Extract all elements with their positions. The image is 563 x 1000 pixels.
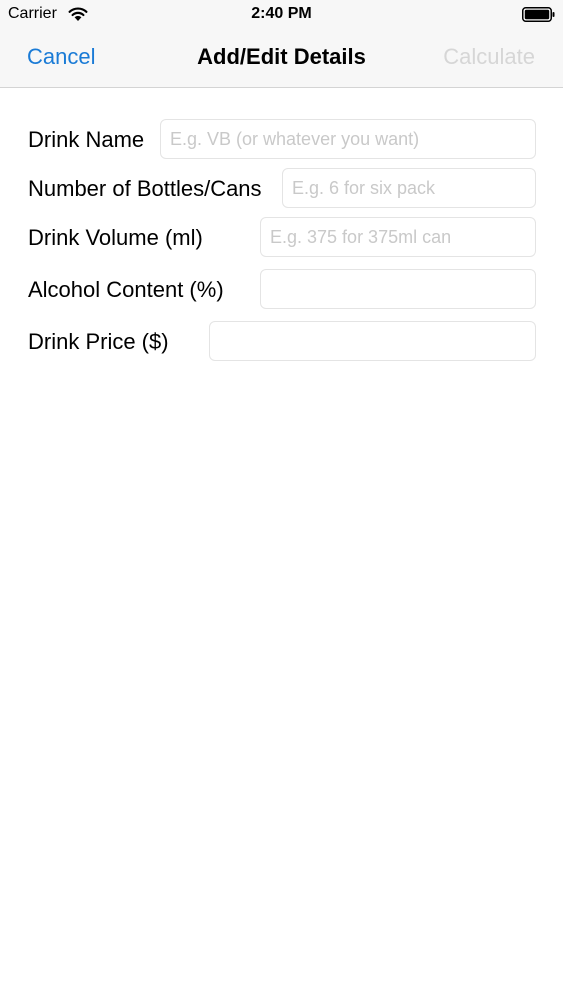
bottle-count-input[interactable]	[282, 168, 536, 208]
form-row-alcohol-content: Alcohol Content (%)	[0, 269, 563, 311]
alcohol-content-label: Alcohol Content (%)	[28, 277, 224, 302]
drink-volume-input[interactable]	[260, 217, 536, 257]
drink-name-label: Drink Name	[28, 127, 145, 152]
calculate-button: Calculate	[443, 44, 535, 69]
drink-volume-label: Drink Volume (ml)	[28, 225, 203, 250]
bottle-count-label: Number of Bottles/Cans	[28, 176, 262, 201]
form-row-drink-volume: Drink Volume (ml)	[0, 217, 563, 259]
drink-name-input[interactable]	[160, 119, 536, 159]
status-time: 2:40 PM	[251, 5, 312, 22]
form-row-drink-price: Drink Price ($)	[0, 321, 563, 363]
status-bar: Carrier 2:40 PM	[0, 0, 563, 30]
drink-price-input[interactable]	[209, 321, 536, 361]
battery-icon	[522, 7, 555, 22]
alcohol-content-input[interactable]	[260, 269, 536, 309]
cancel-button[interactable]: Cancel	[27, 44, 95, 70]
form-row-bottle-count: Number of Bottles/Cans	[0, 168, 563, 210]
navigation-bar: Cancel Add/Edit Details Calculate	[0, 30, 563, 88]
drink-price-label: Drink Price ($)	[28, 329, 169, 354]
form-row-drink-name: Drink Name	[0, 119, 563, 161]
